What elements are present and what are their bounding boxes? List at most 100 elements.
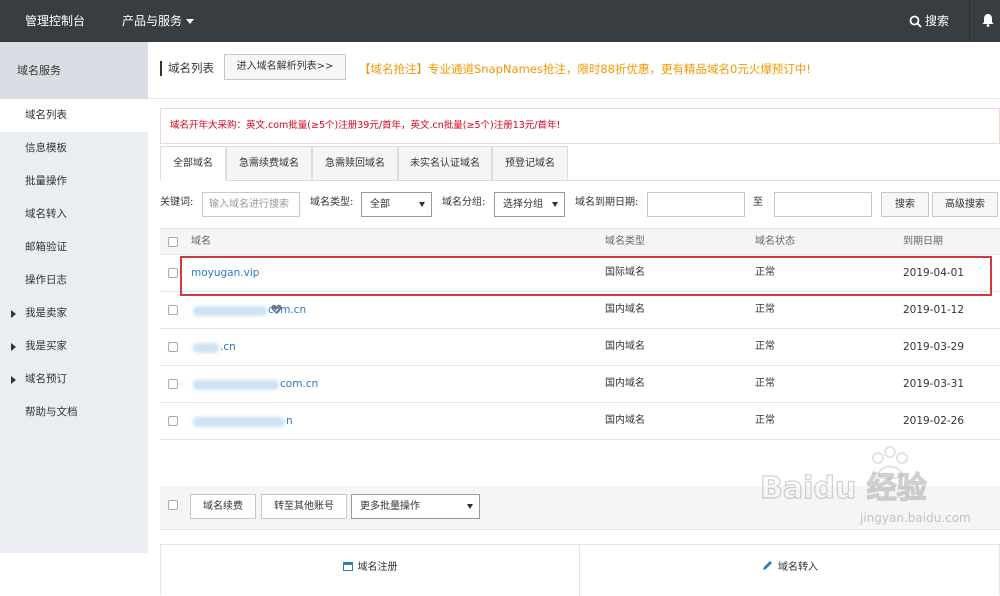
sidebar-item-seller[interactable]: 我是卖家	[0, 297, 148, 330]
domain-type: 国内域名	[605, 304, 645, 315]
promo-link[interactable]: 【域名抢注】专业通道SnapNames抢注，限时88折优惠，更有精品域名0元火爆…	[359, 61, 811, 77]
col-domain: 域名	[191, 236, 211, 247]
sidebar-item-label: 操作日志	[25, 274, 67, 286]
expiry-start-input[interactable]	[647, 192, 745, 217]
domain-type: 国内域名	[605, 378, 645, 389]
table-row: com.cn 国内域名 正常 2019-03-31	[160, 366, 1000, 403]
search-icon	[909, 15, 922, 28]
domain-link[interactable]: .cn	[220, 329, 236, 365]
domain-type: 国内域名	[605, 341, 645, 352]
advanced-search-button[interactable]: 高级搜索	[932, 192, 998, 217]
more-batch-select[interactable]: 更多批量操作	[351, 494, 480, 519]
domain-link[interactable]: com.cn	[280, 366, 318, 402]
sidebar-item-info-template[interactable]: 信息模板	[0, 132, 148, 165]
col-status: 域名状态	[755, 236, 795, 247]
console-home-link[interactable]: 管理控制台	[0, 0, 103, 42]
expiry-end-input[interactable]	[774, 192, 872, 217]
col-type: 域名类型	[605, 236, 645, 247]
domain-status: 正常	[755, 304, 775, 315]
domain-type: 国内域名	[605, 415, 645, 426]
filter-bar: 关键词: 输入域名进行搜索 域名类型: 全部 域名分组: 选择分组 域名到期日期…	[148, 188, 1000, 220]
sidebar-item-op-log[interactable]: 操作日志	[0, 264, 148, 297]
expand-arrow-icon	[11, 343, 16, 351]
row-checkbox[interactable]	[168, 268, 178, 278]
domain-status: 正常	[755, 415, 775, 426]
dns-list-button[interactable]: 进入域名解析列表>>	[224, 54, 346, 80]
search-label: 搜索	[925, 14, 950, 28]
group-label: 域名分组:	[442, 197, 486, 208]
sidebar-item-label: 信息模板	[25, 142, 67, 154]
group-select[interactable]: 选择分组	[494, 192, 565, 217]
domain-type: 国际域名	[605, 267, 645, 278]
col-expiry: 到期日期	[903, 236, 943, 247]
sidebar-item-domain-list[interactable]: 域名列表	[0, 99, 148, 132]
domain-link[interactable]: moyugan.vip	[191, 255, 259, 291]
tab-all-domains[interactable]: 全部域名	[160, 146, 226, 181]
search-button[interactable]: 搜索	[909, 0, 949, 42]
sidebar-item-email-verify[interactable]: 邮箱验证	[0, 231, 148, 264]
row-checkbox[interactable]	[168, 305, 178, 315]
keyword-label: 关键词:	[160, 197, 194, 208]
sidebar-item-label: 域名列表	[25, 109, 67, 121]
sidebar-item-label: 域名转入	[25, 208, 67, 220]
table-row: .cn 国内域名 正常 2019-03-29	[160, 329, 1000, 366]
domain-table: 域名 域名类型 域名状态 到期日期 moyugan.vip 国际域名 正常 20…	[160, 228, 1000, 440]
search-submit-button[interactable]: 搜索	[881, 192, 929, 217]
select-all-checkbox[interactable]	[168, 237, 178, 247]
sidebar-item-label: 我是卖家	[25, 307, 67, 319]
notice-banner[interactable]: 域名开年大采购：英文.com批量(≥5个)注册39元/首年，英文.cn批量(≥5…	[160, 108, 1000, 144]
tab-urgent-redeem[interactable]: 急需赎回域名	[312, 146, 398, 181]
date-to-label: 至	[753, 197, 763, 208]
chevron-down-icon	[552, 202, 558, 207]
chevron-down-icon	[467, 504, 473, 509]
sidebar-item-batch-ops[interactable]: 批量操作	[0, 165, 148, 198]
sidebar-item-label: 域名预订	[25, 373, 67, 385]
expiry-date: 2019-03-29	[903, 341, 965, 353]
group-select-value: 选择分组	[503, 199, 543, 210]
sidebar-item-help-docs[interactable]: 帮助与文档	[0, 396, 148, 429]
domain-link[interactable]: com.cn	[268, 292, 306, 328]
title-accent-bar	[160, 61, 162, 76]
expiry-label: 域名到期日期:	[575, 197, 639, 208]
row-checkbox[interactable]	[168, 342, 178, 352]
pencil-icon	[763, 561, 772, 570]
transfer-in-label: 域名转入	[778, 562, 818, 573]
tab-unverified[interactable]: 未实名认证域名	[398, 146, 492, 181]
page-title: 域名列表	[168, 61, 214, 75]
domain-tabs: 全部域名 急需续费域名 急需赎回域名 未实名认证域名 预登记域名	[160, 146, 1000, 181]
type-select-value: 全部	[370, 199, 390, 210]
sidebar-item-buyer[interactable]: 我是买家	[0, 330, 148, 363]
bell-icon[interactable]	[982, 13, 994, 27]
sidebar-item-label: 邮箱验证	[25, 241, 67, 253]
sidebar-item-label: 帮助与文档	[25, 406, 78, 418]
domain-link[interactable]: n	[286, 403, 293, 439]
row-checkbox[interactable]	[168, 416, 178, 426]
renew-button[interactable]: 域名续费	[190, 494, 256, 519]
products-menu-label: 产品与服务	[122, 14, 183, 28]
expiry-date: 2019-01-12	[903, 304, 965, 316]
sidebar-header: 域名服务	[0, 42, 148, 99]
products-services-menu[interactable]: 产品与服务	[122, 0, 195, 42]
footer-select-all-checkbox[interactable]	[168, 500, 178, 510]
type-select[interactable]: 全部	[361, 192, 432, 217]
table-header: 域名 域名类型 域名状态 到期日期	[160, 228, 1000, 255]
domain-name-text: com.cn	[268, 304, 307, 316]
sidebar-item-reserve[interactable]: 域名预订	[0, 363, 148, 396]
main-content: 域名列表 进入域名解析列表>> 【域名抢注】专业通道SnapNames抢注，限时…	[148, 42, 1000, 596]
redacted-blur	[193, 306, 267, 316]
table-row: n 国内域名 正常 2019-02-26	[160, 403, 1000, 440]
chevron-down-icon	[419, 202, 425, 207]
redacted-blur	[193, 417, 285, 427]
row-checkbox[interactable]	[168, 379, 178, 389]
sidebar-item-label: 我是买家	[25, 340, 67, 352]
calendar-icon	[342, 562, 353, 571]
expiry-date: 2019-02-26	[903, 415, 965, 427]
tab-preregistered[interactable]: 预登记域名	[492, 146, 568, 181]
transfer-account-button[interactable]: 转至其他账号	[261, 494, 347, 519]
redacted-blur	[193, 380, 279, 390]
redacted-blur	[193, 343, 219, 353]
keyword-input[interactable]: 输入域名进行搜索	[202, 192, 300, 217]
caret-down-icon	[186, 19, 195, 24]
sidebar-item-transfer-in[interactable]: 域名转入	[0, 198, 148, 231]
tab-urgent-renew[interactable]: 急需续费域名	[226, 146, 312, 181]
